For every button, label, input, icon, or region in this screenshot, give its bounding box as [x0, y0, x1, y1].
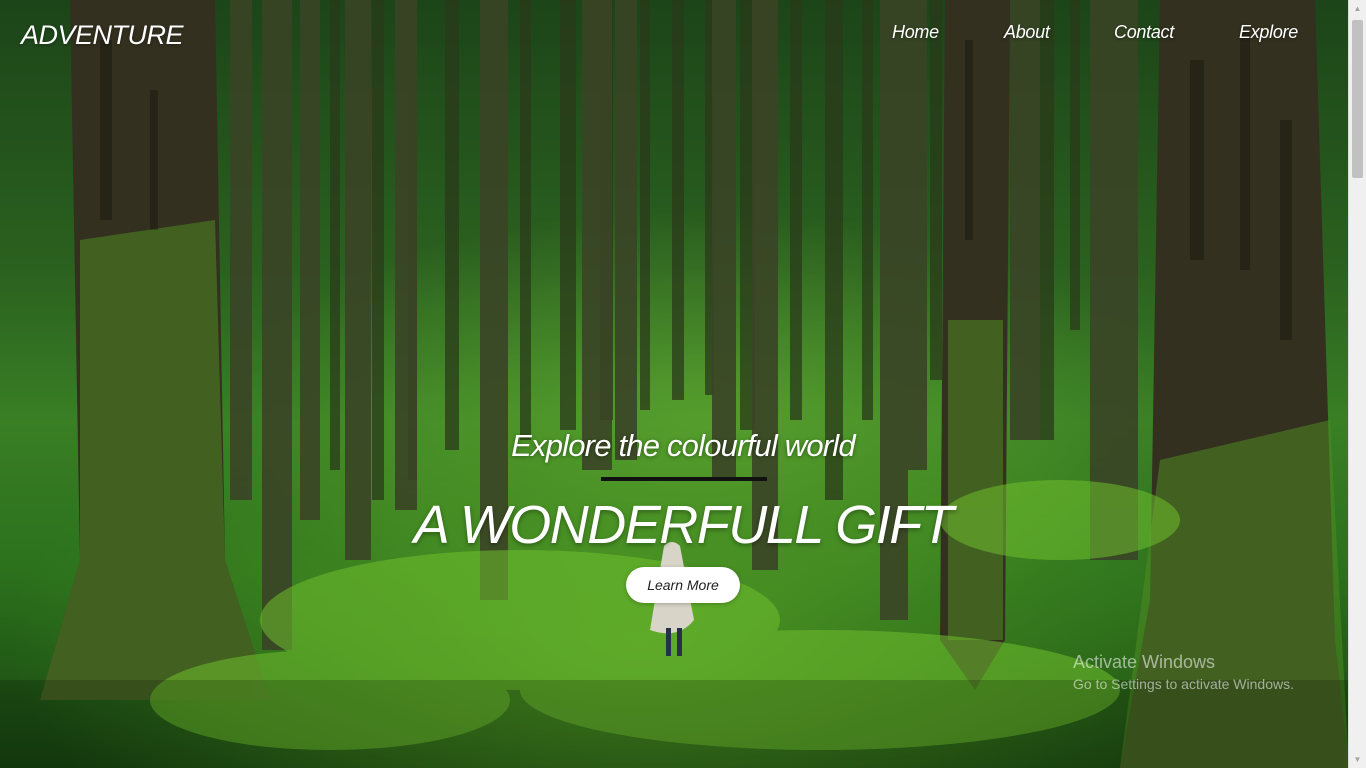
scrollbar-thumb[interactable] [1352, 20, 1363, 178]
nav-item-about[interactable]: About [1004, 22, 1050, 43]
activate-windows-watermark: Activate Windows Go to Settings to activ… [1073, 652, 1294, 692]
watermark-title: Activate Windows [1073, 652, 1216, 672]
learn-more-button[interactable]: Learn More [626, 567, 740, 603]
main-nav: Home About Contact Explore [0, 22, 1349, 46]
nav-item-home[interactable]: Home [892, 22, 939, 43]
scroll-down-icon[interactable]: ▼ [1349, 751, 1366, 768]
hero-subtitle: Explore the colourful world [511, 428, 856, 463]
hero-divider [601, 477, 767, 481]
hero-title: A WONDERFULL GIFT [413, 495, 954, 555]
scroll-up-icon[interactable]: ▲ [1349, 0, 1366, 17]
watermark-subtitle: Go to Settings to activate Windows. [1073, 676, 1294, 692]
nav-item-contact[interactable]: Contact [1114, 22, 1174, 43]
nav-item-explore[interactable]: Explore [1239, 22, 1298, 43]
page-viewport: ADVENTURE Home About Contact Explore Exp… [0, 0, 1366, 768]
vertical-scrollbar[interactable]: ▲ ▼ [1348, 0, 1366, 768]
